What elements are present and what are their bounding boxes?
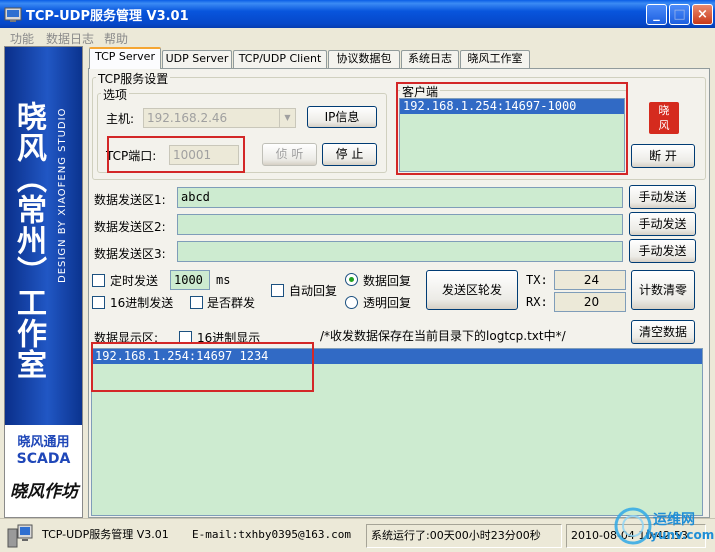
send-area-1-label: 数据发送区1: xyxy=(94,193,166,207)
host-value: 192.168.2.46 xyxy=(147,111,228,125)
tab-tcp-server[interactable]: TCP Server xyxy=(89,47,161,69)
hex-send-checkbox[interactable] xyxy=(92,296,105,309)
chevron-down-icon[interactable]: ▼ xyxy=(279,109,295,127)
studio-banner: 晓风（常州）工作室 DESIGN BY XIAOFENG STUDIO 晓风通用… xyxy=(4,46,83,518)
hex-display-checkbox[interactable] xyxy=(179,331,192,344)
rx-label: RX: xyxy=(526,295,548,309)
studio-seal-text: 晓风 xyxy=(658,104,670,132)
clear-data-button[interactable]: 清空数据 xyxy=(631,320,695,344)
tab-studio[interactable]: 晓风工作室 xyxy=(460,50,530,68)
data-reply-radio[interactable] xyxy=(345,273,358,286)
hex-display-label: 16进制显示 xyxy=(197,331,261,345)
close-button[interactable]: × xyxy=(692,4,713,25)
clear-count-button[interactable]: 计数清零 xyxy=(631,270,695,310)
rx-count: 20 xyxy=(554,292,626,312)
stop-button[interactable]: 停 止 xyxy=(322,143,377,166)
menu-function[interactable]: 功能 xyxy=(10,30,34,47)
tcp-settings-label: TCP服务设置 xyxy=(96,70,171,87)
client-list[interactable]: 192.168.1.254:14697-1000 xyxy=(399,98,625,172)
hex-send-label: 16进制发送 xyxy=(110,296,174,310)
banner-subtitle: DESIGN BY XIAOFENG STUDIO xyxy=(57,107,68,283)
manual-send-1-button[interactable]: 手动发送 xyxy=(629,185,696,209)
tx-count: 24 xyxy=(554,270,626,290)
status-runtime: 系统运行了:00天00小时23分00秒 xyxy=(366,524,562,548)
client-list-item[interactable]: 192.168.1.254:14697-1000 xyxy=(400,99,624,114)
display-line[interactable]: 192.168.1.254:14697 1234 xyxy=(92,349,702,364)
banner-scada-title: 晓风通用 xyxy=(17,435,70,450)
host-label: 主机: xyxy=(106,112,135,126)
data-display-list[interactable]: 192.168.1.254:14697 1234 xyxy=(91,348,703,516)
listen-button[interactable]: 侦 听 xyxy=(262,143,317,166)
broadcast-checkbox[interactable] xyxy=(190,296,203,309)
auto-reply-checkbox[interactable] xyxy=(271,284,284,297)
menu-data-log[interactable]: 数据日志 xyxy=(46,30,94,47)
tx-label: TX: xyxy=(526,273,548,287)
watermark-url: iyunv.com xyxy=(646,528,715,542)
manual-send-2-button[interactable]: 手动发送 xyxy=(629,212,696,236)
tab-tcp-udp-client[interactable]: TCP/UDP Client xyxy=(233,50,327,68)
tab-udp-server[interactable]: UDP Server xyxy=(162,50,232,68)
banner-scada: SCADA xyxy=(16,451,71,467)
ip-info-button[interactable]: IP信息 xyxy=(307,106,377,128)
data-reply-label: 数据回复 xyxy=(363,274,412,288)
send-area-3-input[interactable] xyxy=(177,241,623,262)
menu-bar: 功能 数据日志 帮助 xyxy=(0,28,715,47)
tcp-port-input[interactable]: 10001 xyxy=(169,145,239,165)
tab-protocol-packet[interactable]: 协议数据包 xyxy=(328,50,400,68)
send-area-1-input[interactable]: abcd xyxy=(177,187,623,208)
status-app-icon xyxy=(6,523,36,549)
status-bar: TCP-UDP服务管理 V3.01 E-mail:txhby0395@163.c… xyxy=(0,518,715,551)
tab-system-log[interactable]: 系统日志 xyxy=(401,50,459,68)
options-label: 选项 xyxy=(101,86,130,103)
send-area-2-label: 数据发送区2: xyxy=(94,220,166,234)
status-app-name: TCP-UDP服务管理 V3.01 xyxy=(42,528,169,541)
interval-input[interactable]: 1000 xyxy=(170,270,210,290)
watermark-text: 运维网 xyxy=(653,512,695,528)
send-area-3-label: 数据发送区3: xyxy=(94,247,166,261)
timed-send-label: 定时发送 xyxy=(110,274,159,288)
log-save-note: /*收发数据保存在当前目录下的logtcp.txt中*/ xyxy=(320,329,566,343)
minimize-button[interactable]: _ xyxy=(646,4,667,25)
banner-signature: 晓风作坊 xyxy=(10,482,78,502)
transparent-reply-label: 透明回复 xyxy=(363,296,412,310)
send-area-2-input[interactable] xyxy=(177,214,623,235)
disconnect-button[interactable]: 断 开 xyxy=(631,144,695,168)
menu-help[interactable]: 帮助 xyxy=(104,30,128,47)
broadcast-label: 是否群发 xyxy=(207,296,256,310)
tcp-port-label: TCP端口: xyxy=(106,149,157,163)
rotate-send-button[interactable]: 发送区轮发 xyxy=(426,270,518,310)
window-title: TCP-UDP服务管理 V3.01 xyxy=(26,9,189,24)
status-email: E-mail:txhby0395@163.com xyxy=(192,528,351,541)
display-area-label: 数据显示区: xyxy=(94,331,159,345)
interval-unit: ms xyxy=(216,273,231,287)
app-icon xyxy=(4,5,22,23)
host-select[interactable]: 192.168.2.46 ▼ xyxy=(143,108,296,128)
transparent-reply-radio[interactable] xyxy=(345,296,358,309)
banner-studio-name: 晓风（常州）工作室 xyxy=(11,100,46,380)
maximize-button[interactable]: □ xyxy=(669,4,690,25)
title-bar[interactable]: TCP-UDP服务管理 V3.01 _ □ × xyxy=(0,0,715,28)
timed-send-checkbox[interactable] xyxy=(92,274,105,287)
auto-reply-label: 自动回复 xyxy=(289,284,338,298)
studio-seal-icon: 晓风 xyxy=(649,102,679,134)
manual-send-3-button[interactable]: 手动发送 xyxy=(629,239,696,263)
